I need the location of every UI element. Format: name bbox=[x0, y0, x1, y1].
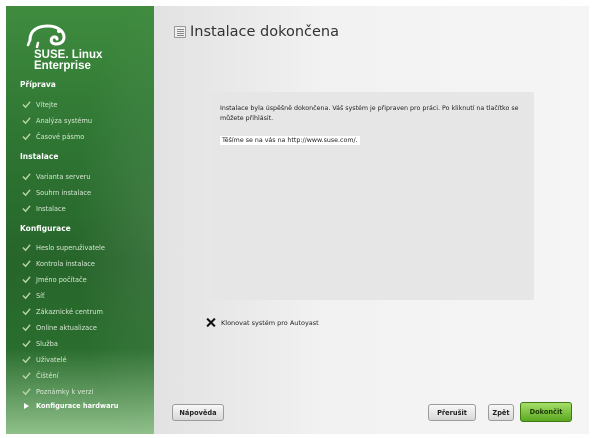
sidebar-item-konfigurace-hardwaru[interactable]: Konfigurace hardwaru bbox=[24, 402, 119, 410]
check-icon bbox=[22, 356, 31, 364]
sidebar-item-online-aktualizace[interactable]: Online aktualizace bbox=[22, 324, 97, 332]
finish-button[interactable]: Dokončit bbox=[520, 402, 572, 422]
clone-autoyast-label: Klonovat systém pro Autoyast bbox=[221, 318, 319, 327]
checkbox-checked-icon[interactable] bbox=[206, 318, 215, 327]
sidebar-item-cisteni[interactable]: Čištění bbox=[22, 372, 59, 380]
sidebar-item-sit[interactable]: Síť bbox=[22, 292, 45, 300]
brand-line-2: Enterprise bbox=[34, 60, 91, 72]
sidebar-item-sluzba[interactable]: Služba bbox=[22, 340, 58, 348]
check-icon bbox=[22, 173, 31, 181]
sidebar-item-label: Uživatelé bbox=[36, 356, 67, 364]
sidebar-item-label: Kontrola instalace bbox=[36, 260, 95, 268]
sidebar-item-label: Zákaznické centrum bbox=[36, 308, 103, 316]
sidebar-item-label: Poznámky k verzi bbox=[36, 388, 94, 396]
clone-autoyast-checkbox[interactable]: Klonovat systém pro Autoyast bbox=[206, 318, 319, 327]
sidebar-item-jmeno-pocitace[interactable]: Jméno počítače bbox=[22, 276, 87, 284]
sidebar-item-label: Síť bbox=[36, 292, 45, 300]
sidebar-item-label: Instalace bbox=[36, 205, 66, 213]
sidebar-item-label: Souhrn instalace bbox=[36, 189, 92, 197]
check-icon bbox=[22, 133, 31, 141]
suse-chameleon-logo bbox=[26, 24, 66, 48]
sidebar-item-label: Analýza systému bbox=[36, 117, 93, 125]
check-icon bbox=[22, 244, 31, 252]
check-icon bbox=[22, 292, 31, 300]
check-icon bbox=[22, 117, 31, 125]
sidebar-item-casove-pasmo[interactable]: Časové pásmo bbox=[22, 133, 85, 141]
check-icon bbox=[22, 388, 31, 396]
sidebar-item-label: Časové pásmo bbox=[36, 133, 85, 141]
sidebar-item-kontrola[interactable]: Kontrola instalace bbox=[22, 260, 95, 268]
sidebar-item-vitejte[interactable]: Vítejte bbox=[22, 101, 58, 109]
sidebar-item-label: Jméno počítače bbox=[36, 276, 87, 284]
website-message: Těšíme se na vás na http://www.suse.com/… bbox=[220, 136, 530, 146]
sidebar-item-label: Online aktualizace bbox=[36, 324, 97, 332]
sidebar-item-label: Konfigurace hardwaru bbox=[36, 402, 119, 410]
back-button[interactable]: Zpět bbox=[488, 404, 514, 421]
check-icon bbox=[22, 205, 31, 213]
sidebar-item-label: Heslo superuživatele bbox=[36, 244, 105, 252]
help-button[interactable]: Nápověda bbox=[172, 404, 224, 421]
sidebar-item-analyza[interactable]: Analýza systému bbox=[22, 117, 93, 125]
document-icon bbox=[174, 26, 186, 38]
page-title: Instalace dokončena bbox=[190, 24, 339, 40]
check-icon bbox=[22, 189, 31, 197]
sidebar-item-label: Čištění bbox=[36, 372, 59, 380]
sidebar-item-label: Služba bbox=[36, 340, 58, 348]
section-instalace: Instalace bbox=[20, 152, 59, 161]
sidebar-item-instalace[interactable]: Instalace bbox=[22, 205, 66, 213]
sidebar: SUSE. Linux Enterprise Příprava Vítejte … bbox=[6, 6, 154, 434]
check-icon bbox=[22, 260, 31, 268]
check-icon bbox=[22, 308, 31, 316]
main-panel: Instalace dokončena Instalace byla úspěš… bbox=[154, 6, 589, 434]
sidebar-item-souhrn[interactable]: Souhrn instalace bbox=[22, 189, 92, 197]
installer-window: SUSE. Linux Enterprise Příprava Vítejte … bbox=[0, 0, 595, 438]
sidebar-item-uzivatele[interactable]: Uživatelé bbox=[22, 356, 67, 364]
section-konfigurace: Konfigurace bbox=[20, 224, 71, 233]
sidebar-item-varianta[interactable]: Varianta serveru bbox=[22, 173, 91, 181]
section-priprava: Příprava bbox=[20, 80, 56, 89]
info-text-area[interactable]: Instalace byla úspěšně dokončena. Váš sy… bbox=[210, 92, 534, 300]
sidebar-item-label: Vítejte bbox=[36, 101, 58, 109]
brand-name: SUSE. Linux Enterprise bbox=[34, 49, 102, 72]
completion-message: Instalace byla úspěšně dokončena. Váš sy… bbox=[220, 105, 519, 122]
check-icon bbox=[22, 101, 31, 109]
sidebar-item-zakaznicke-centrum[interactable]: Zákaznické centrum bbox=[22, 308, 103, 316]
sidebar-item-heslo[interactable]: Heslo superuživatele bbox=[22, 244, 105, 252]
website-message-text: Těšíme se na vás na http://www.suse.com/… bbox=[220, 136, 360, 145]
check-icon bbox=[22, 324, 31, 332]
abort-button[interactable]: Přerušit bbox=[428, 404, 476, 421]
sidebar-item-label: Varianta serveru bbox=[36, 173, 91, 181]
check-icon bbox=[22, 372, 31, 380]
current-step-arrow-icon bbox=[24, 403, 29, 409]
check-icon bbox=[22, 276, 31, 284]
sidebar-item-poznamky[interactable]: Poznámky k verzi bbox=[22, 388, 94, 396]
check-icon bbox=[22, 340, 31, 348]
